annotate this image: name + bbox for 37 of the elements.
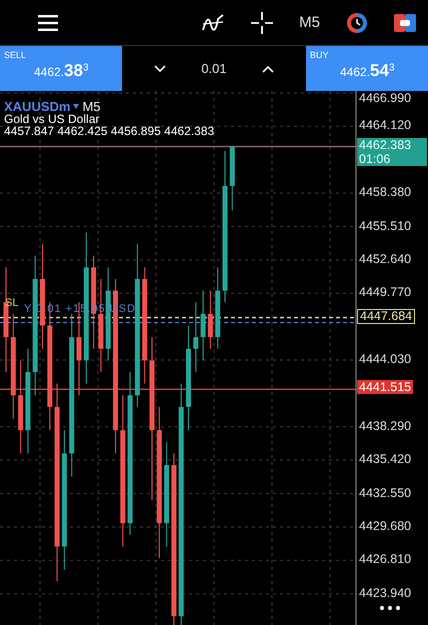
candle [208, 290, 213, 350]
indicator-icon[interactable] [201, 12, 226, 32]
crosshair-icon[interactable] [251, 12, 274, 34]
price-label: 4432.550 [359, 486, 412, 500]
ohlc-values: 4457.847 4462.425 4456.895 4462.383 [4, 126, 214, 137]
menu-icon[interactable] [38, 14, 58, 30]
price-label: 4438.290 [359, 418, 412, 433]
symbol-button[interactable]: XAUUSDm [4, 99, 70, 114]
price-label: 4423.940 [359, 586, 412, 600]
clock-icon[interactable] [346, 12, 368, 34]
price-label: 4429.680 [359, 518, 412, 533]
price-label: 4464.120 [359, 118, 412, 132]
decrease-icon[interactable] [154, 64, 166, 72]
candle [200, 290, 206, 361]
increase-icon[interactable] [262, 64, 274, 72]
symbol-description: Gold vs US Dollar [4, 114, 100, 125]
price-label: 4458.380 [359, 185, 412, 200]
chart-timeframe: M5 [82, 99, 101, 114]
buy-button[interactable]: BUY 4462.54$^{3}$ [306, 46, 428, 91]
price-label: 4426.810 [359, 552, 412, 566]
candle [230, 146, 235, 211]
trade-icon[interactable] [394, 14, 416, 32]
dropdown-icon[interactable] [73, 104, 80, 109]
price-tag: 4441.515 [357, 380, 414, 394]
timeframe-button[interactable]: M5 [299, 14, 320, 31]
price-tag: 4462.383 01:06 [357, 138, 427, 166]
price-label: 4466.990 [359, 91, 412, 105]
volume-value[interactable]: 0.01 [201, 61, 227, 76]
price-label: 4449.770 [359, 285, 412, 300]
price-tag: 4447.684 [357, 308, 416, 324]
more-icon[interactable] [380, 606, 400, 610]
price-label: 4435.420 [359, 452, 412, 466]
price-label: 4452.640 [359, 252, 412, 266]
price-label: 4455.510 [359, 218, 412, 233]
price-label: 4444.030 [359, 352, 412, 366]
candle [193, 302, 198, 373]
sell-button[interactable]: SELL 4462.38$^{3}$ [0, 46, 122, 91]
